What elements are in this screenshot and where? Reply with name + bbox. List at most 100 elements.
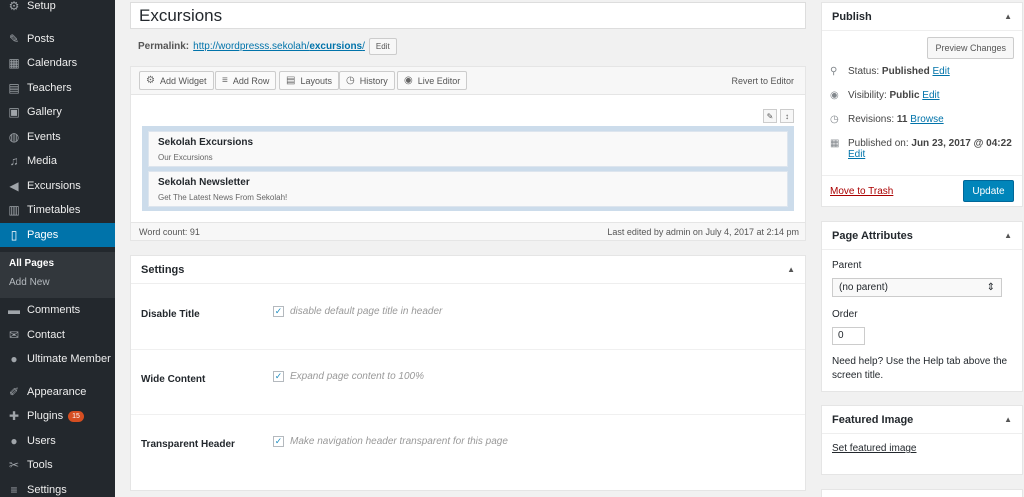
next-box-edge: [821, 489, 1023, 497]
help-text-line-2: screen title.: [832, 370, 884, 381]
parent-select[interactable]: (no parent) ⇕: [832, 278, 1002, 297]
revert-to-editor-link[interactable]: Revert to Editor: [731, 76, 794, 86]
settings-box: Settings ▲ Disable Title ✓ disable defau…: [130, 255, 806, 491]
table-icon: ▥: [8, 203, 20, 217]
publish-header[interactable]: Publish ▲: [822, 3, 1022, 31]
collapse-arrow-icon[interactable]: ▲: [1004, 415, 1012, 424]
published-on-edit-link[interactable]: Edit: [848, 149, 865, 160]
sidebar-item-comments[interactable]: ▬ Comments: [0, 298, 115, 322]
eye-icon: ◉: [830, 90, 839, 101]
transparent-header-checkbox[interactable]: ✓: [273, 436, 284, 447]
sidebar-item-setup[interactable]: ⚙ Setup: [0, 0, 115, 18]
collapse-arrow-icon[interactable]: ▲: [787, 265, 795, 274]
disable-title-checkbox[interactable]: ✓: [273, 306, 284, 317]
comment-icon: ▬: [8, 303, 20, 317]
sidebar-item-label: Pages: [27, 229, 59, 241]
sidebar-item-teachers[interactable]: ▤ Teachers: [0, 76, 115, 100]
gallery-icon: ▣: [8, 105, 20, 119]
media-icon: ♫: [9, 154, 19, 168]
submenu-all-pages[interactable]: All Pages: [9, 258, 54, 269]
sidebar-item-label: Setup: [27, 0, 56, 12]
builder-toolbar: ⚙ Add Widget ≡ Add Row ▤ Layouts ◷ History ◉…: [131, 67, 805, 95]
eye-icon: ◉: [404, 75, 413, 86]
parent-label: Parent: [832, 260, 862, 271]
permalink-link[interactable]: http://wordpresss.sekolah/excursions/: [193, 41, 365, 52]
sidebar-item-plugins[interactable]: ✚ Plugins 15: [0, 404, 115, 428]
sidebar-item-gallery[interactable]: ▣ Gallery: [0, 100, 115, 124]
add-row-button[interactable]: ≡ Add Row: [215, 71, 277, 90]
setting-label: Disable Title: [141, 309, 200, 320]
sidebar-item-posts[interactable]: ✎ Posts: [0, 27, 115, 51]
revisions-browse-link[interactable]: Browse: [910, 114, 943, 125]
widget-card[interactable]: Sekolah Newsletter Get The Latest News F…: [148, 171, 788, 207]
add-widget-button[interactable]: ⚙ Add Widget: [139, 71, 214, 90]
submenu-add-new[interactable]: Add New: [9, 277, 50, 288]
divider: [822, 175, 1022, 176]
wrench-icon: ✂: [8, 458, 20, 472]
sidebar-item-appearance[interactable]: ✐ Appearance: [0, 380, 115, 404]
set-featured-image-link[interactable]: Set featured image: [832, 443, 917, 454]
sidebar-item-contact[interactable]: ✉ Contact: [0, 323, 115, 347]
order-label: Order: [832, 309, 858, 320]
history-button[interactable]: ◷ History: [339, 71, 395, 90]
preview-changes-button[interactable]: Preview Changes: [927, 37, 1014, 59]
sidebar-item-events[interactable]: ◍ Events: [0, 125, 115, 149]
sidebar-item-label: Media: [27, 155, 57, 167]
published-on-line: ▦ Published on: Jun 23, 2017 @ 04:22 Edit: [830, 138, 1012, 160]
contacts-icon: ▤: [8, 81, 20, 95]
featured-image-header[interactable]: Featured Image ▲: [822, 406, 1022, 434]
sidebar-item-media[interactable]: ♫ Media: [0, 149, 115, 173]
setting-desc: disable default page title in header: [290, 306, 443, 317]
pin-icon: ✎: [8, 32, 20, 46]
sidebar-item-users[interactable]: ● Users: [0, 429, 115, 453]
widget-title: Sekolah Excursions: [158, 137, 254, 148]
users-icon: ●: [10, 434, 18, 448]
sidebar-item-settings[interactable]: ≡ Settings: [0, 478, 115, 497]
settings-header[interactable]: Settings ▲: [131, 256, 805, 284]
word-count: Word count: 91: [139, 227, 200, 237]
widget-desc: Get The Latest News From Sekolah!: [158, 193, 288, 202]
sidebar-item-tools[interactable]: ✂ Tools: [0, 453, 115, 477]
sort-icon[interactable]: ↕: [780, 109, 794, 123]
sidebar-item-label: Users: [27, 435, 56, 447]
sidebar-item-calendars[interactable]: ▦ Calendars: [0, 51, 115, 75]
builder-row[interactable]: Sekolah Excursions Our Excursions Sekola…: [142, 126, 794, 211]
sidebar-item-label: Comments: [27, 304, 81, 316]
widget-icon: ⚙: [146, 75, 155, 86]
permalink-edit-button[interactable]: Edit: [368, 38, 397, 55]
sidebar-item-timetables[interactable]: ▥ Timetables: [0, 198, 115, 222]
live-editor-button[interactable]: ◉ Live Editor: [397, 71, 468, 90]
settings-title: Settings: [141, 263, 185, 276]
collapse-arrow-icon[interactable]: ▲: [1004, 12, 1012, 21]
page-title-input[interactable]: Excursions: [130, 2, 806, 29]
sidebar-item-label: Settings: [27, 484, 67, 496]
sidebar-item-label: Gallery: [27, 106, 62, 118]
visibility-edit-link[interactable]: Edit: [922, 90, 939, 101]
layouts-button[interactable]: ▤ Layouts: [279, 71, 339, 90]
sidebar-item-label: Plugins: [27, 410, 64, 422]
wrench-icon[interactable]: ✎: [763, 109, 777, 123]
publish-box: Publish ▲ Preview Changes ⚲ Status: Publ…: [821, 2, 1023, 207]
page-attributes-header[interactable]: Page Attributes ▲: [822, 222, 1022, 250]
permalink-label: Permalink:: [138, 41, 190, 52]
update-button[interactable]: Update: [963, 180, 1014, 202]
pages-submenu: All Pages Add New: [0, 252, 115, 298]
wide-content-checkbox[interactable]: ✓: [273, 371, 284, 382]
sidebar-item-label: Tools: [27, 459, 53, 471]
builder-footer: Word count: 91 Last edited by admin on J…: [131, 222, 805, 240]
order-input[interactable]: 0: [832, 327, 865, 345]
globe-icon: ◍: [8, 130, 20, 144]
collapse-arrow-icon[interactable]: ▲: [1004, 231, 1012, 240]
setting-row-disable-title: Disable Title ✓ disable default page tit…: [131, 285, 805, 350]
widget-title: Sekolah Newsletter: [158, 177, 250, 188]
sidebar-item-ultimate-member[interactable]: ● Ultimate Member: [0, 347, 115, 371]
widget-card[interactable]: Sekolah Excursions Our Excursions: [148, 131, 788, 167]
sidebar-item-excursions[interactable]: ◀ Excursions: [0, 174, 115, 198]
sidebar-item-pages[interactable]: ▯ Pages: [0, 223, 115, 247]
setting-desc: Expand page content to 100%: [290, 371, 424, 382]
sidebar-item-label: Posts: [27, 33, 55, 45]
setting-row-wide-content: Wide Content ✓ Expand page content to 10…: [131, 350, 805, 415]
status-edit-link[interactable]: Edit: [933, 66, 950, 77]
move-to-trash-link[interactable]: Move to Trash: [830, 186, 893, 197]
brush-icon: ✐: [8, 385, 20, 399]
